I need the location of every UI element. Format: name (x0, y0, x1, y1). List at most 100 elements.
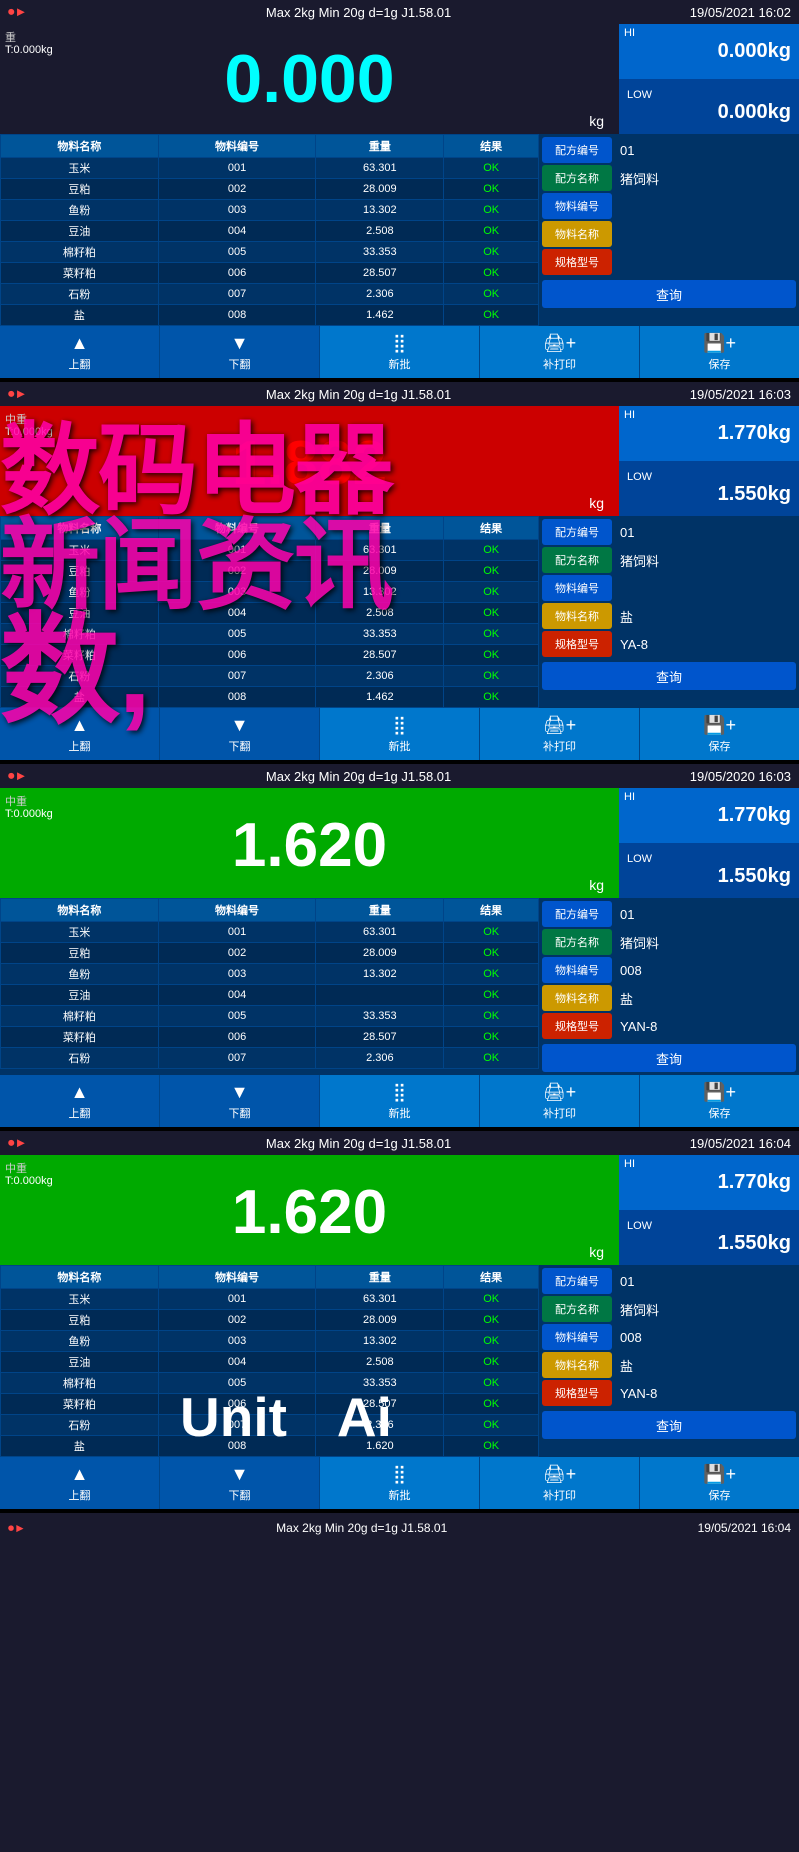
panel-2: ⏺►Max 2kg Min 20g d=1g J1.58.0119/05/202… (0, 382, 799, 764)
info-label: 物料名称 (542, 603, 612, 629)
query-button[interactable]: 查询 (542, 1044, 796, 1072)
query-button[interactable]: 查询 (542, 1411, 796, 1439)
table-cell (316, 985, 444, 1006)
btn-保存[interactable]: 💾+保存 (640, 1457, 799, 1509)
table-cell: 豆油 (1, 221, 159, 242)
info-value: 盐 (615, 607, 796, 626)
info-label: 规格型号 (542, 1380, 612, 1406)
btn-新批[interactable]: ⣿新批 (320, 1457, 480, 1509)
btn-新批[interactable]: ⣿新批 (320, 708, 480, 760)
info-panel: 配方编号01配方名称猪饲料物料编号物料名称盐规格型号YA-8查询 (539, 516, 799, 708)
btn-上翻[interactable]: ▲上翻 (0, 1075, 160, 1127)
table-header: 物料名称 (1, 135, 159, 158)
button-icon: 💾+ (703, 333, 736, 354)
table-row: 玉米00163.301OK (1, 540, 539, 561)
table-cell: 28.009 (316, 561, 444, 582)
button-icon: ▼ (231, 715, 249, 736)
table-cell: 006 (158, 263, 316, 284)
table-cell: 006 (158, 645, 316, 666)
table-cell: OK (444, 582, 539, 603)
info-label: 物料编号 (542, 957, 612, 983)
table-cell: OK (444, 1289, 539, 1310)
table-cell: 007 (158, 1415, 316, 1436)
button-label: 下翻 (229, 1487, 251, 1503)
table-area: 物料名称物料编号重量结果玉米00163.301OK豆粕00228.009OK鱼粉… (0, 1265, 799, 1457)
table-row: 豆粕00228.009OK (1, 179, 539, 200)
btn-下翻[interactable]: ▼下翻 (160, 708, 320, 760)
table-row: 菜籽粕00628.507OK (1, 1394, 539, 1415)
table-row: 菜籽粕00628.507OK (1, 645, 539, 666)
low-value: 1.550kg (627, 865, 791, 888)
status-indicator: ⏺► (8, 1135, 27, 1151)
btn-补打印[interactable]: 🖨+补打印 (480, 326, 640, 378)
btn-补打印[interactable]: 🖨+补打印 (480, 708, 640, 760)
table-cell: 2.508 (316, 1352, 444, 1373)
table-cell: 2.508 (316, 603, 444, 624)
table-header: 重量 (316, 899, 444, 922)
info-label: 物料名称 (542, 221, 612, 247)
table-cell: 007 (158, 666, 316, 687)
btn-补打印[interactable]: 🖨+补打印 (480, 1457, 640, 1509)
table-cell: 008 (158, 687, 316, 708)
btn-下翻[interactable]: ▼下翻 (160, 1457, 320, 1509)
hi-label: HI (624, 27, 635, 39)
btn-补打印[interactable]: 🖨+补打印 (480, 1075, 640, 1127)
table-cell: OK (444, 540, 539, 561)
hi-section: HI1.770kg (619, 788, 799, 843)
btn-上翻[interactable]: ▲上翻 (0, 1457, 160, 1509)
query-button[interactable]: 查询 (542, 280, 796, 308)
btn-保存[interactable]: 💾+保存 (640, 708, 799, 760)
btn-保存[interactable]: 💾+保存 (640, 1075, 799, 1127)
info-row-0: 配方编号01 (542, 137, 796, 163)
btn-下翻[interactable]: ▼下翻 (160, 1075, 320, 1127)
low-value: 1.550kg (627, 1232, 791, 1255)
table-cell: 1.620 (316, 1436, 444, 1457)
btn-新批[interactable]: ⣿新批 (320, 1075, 480, 1127)
table-cell: 004 (158, 1352, 316, 1373)
table-cell: OK (444, 1006, 539, 1027)
weight-main: 重T:0.000kg0.000kg (0, 24, 619, 134)
hi-low-area: HI1.770kgLOW1.550kg (619, 788, 799, 898)
info-value: 01 (615, 143, 796, 158)
btn-上翻[interactable]: ▲上翻 (0, 708, 160, 760)
low-section: LOW0.000kg (619, 79, 799, 134)
btn-新批[interactable]: ⣿新批 (320, 326, 480, 378)
table-row: 豆油0042.508OK (1, 1352, 539, 1373)
table-cell: 2.508 (316, 221, 444, 242)
table-cell: OK (444, 263, 539, 284)
info-row-3: 物料名称盐 (542, 985, 796, 1011)
table-cell: 盐 (1, 305, 159, 326)
hi-low-area: HI1.770kgLOW1.550kg (619, 1155, 799, 1265)
info-label: 配方名称 (542, 547, 612, 573)
info-label: 物料编号 (542, 193, 612, 219)
btn-保存[interactable]: 💾+保存 (640, 326, 799, 378)
table-cell: OK (444, 158, 539, 179)
btn-上翻[interactable]: ▲上翻 (0, 326, 160, 378)
scale-info: Max 2kg Min 20g d=1g J1.58.01 (266, 1136, 451, 1151)
weight-main: 中重T:0.000kg1.620kg (0, 788, 619, 898)
button-label: 补打印 (543, 356, 576, 372)
table-header: 重量 (316, 517, 444, 540)
table-cell: 石粉 (1, 666, 159, 687)
info-row-1: 配方名称猪饲料 (542, 165, 796, 191)
table-cell: OK (444, 242, 539, 263)
table-cell: OK (444, 221, 539, 242)
table-cell: 鱼粉 (1, 200, 159, 221)
weight-main: 中重T:0.000kg1.620kg (0, 1155, 619, 1265)
hi-label: HI (624, 409, 635, 421)
weight-area: 中重T:0.000kg1.882kgHI1.770kgLOW1.550kg (0, 406, 799, 516)
btn-下翻[interactable]: ▼下翻 (160, 326, 320, 378)
table-cell: 鱼粉 (1, 582, 159, 603)
table-cell: 002 (158, 943, 316, 964)
query-button[interactable]: 查询 (542, 662, 796, 690)
info-row-0: 配方编号01 (542, 519, 796, 545)
weight-value: 1.620 (10, 1182, 609, 1244)
table-row: 石粉0072.306OK (1, 1415, 539, 1436)
table-cell: 棉籽粕 (1, 1373, 159, 1394)
table-header: 物料名称 (1, 517, 159, 540)
top-bar: ⏺►Max 2kg Min 20g d=1g J1.58.0119/05/202… (0, 1131, 799, 1155)
table-cell: 13.302 (316, 1331, 444, 1352)
data-table: 物料名称物料编号重量结果玉米00163.301OK豆粕00228.009OK鱼粉… (0, 134, 539, 326)
table-header: 结果 (444, 1266, 539, 1289)
status-left: ⏺► (8, 1521, 26, 1536)
